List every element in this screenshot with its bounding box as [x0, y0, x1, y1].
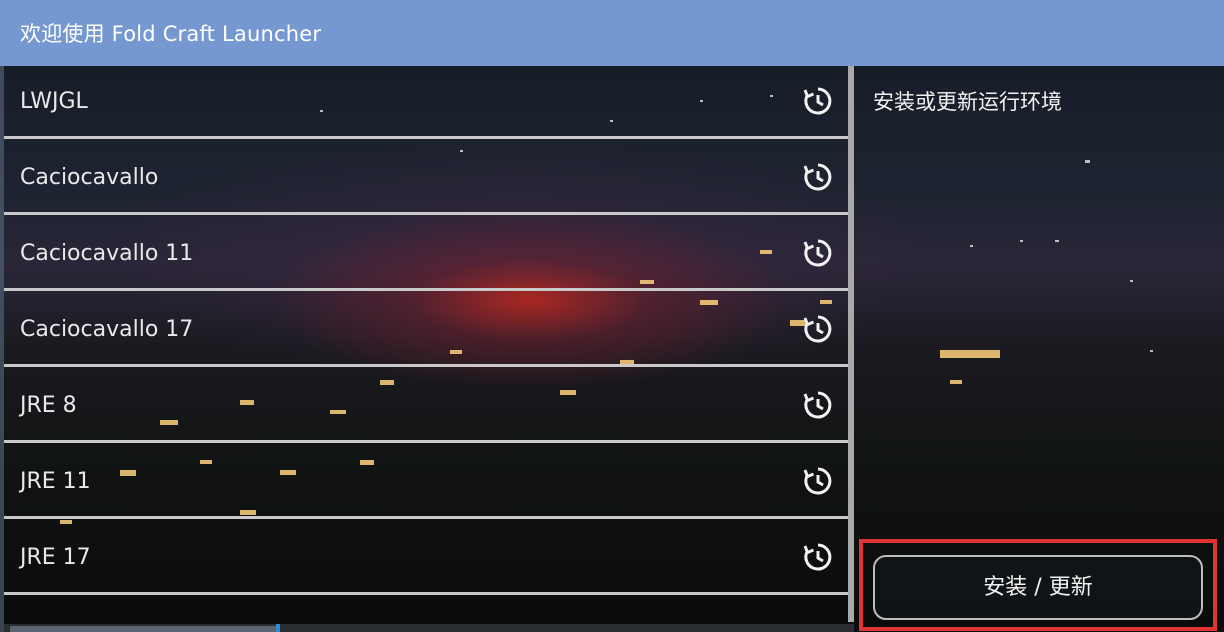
list-vertical-scrollbar[interactable] — [848, 66, 854, 622]
runtime-list[interactable]: LWJGL Caciocavallo Caciocavallo 11 Cacio… — [4, 66, 852, 622]
runtime-label: Caciocavallo 17 — [20, 316, 194, 342]
runtime-item-jre-11[interactable]: JRE 11 — [4, 446, 852, 519]
runtime-description: 安装或更新运行环境 — [873, 90, 1062, 114]
refresh-clock-icon[interactable] — [802, 313, 834, 345]
runtime-item-caciocavallo[interactable]: Caciocavallo — [4, 142, 852, 215]
install-update-button[interactable]: 安装 / 更新 — [873, 555, 1203, 620]
runtime-label: JRE 11 — [20, 468, 91, 494]
runtime-item-jre-8[interactable]: JRE 8 — [4, 370, 852, 443]
refresh-clock-icon[interactable] — [802, 85, 834, 117]
runtime-label: Caciocavallo 11 — [20, 240, 194, 266]
runtime-item-jre-17[interactable]: JRE 17 — [4, 522, 852, 595]
runtime-item-lwjgl[interactable]: LWJGL — [4, 66, 852, 139]
runtime-item-caciocavallo-17[interactable]: Caciocavallo 17 — [4, 294, 852, 367]
app-header: 欢迎使用 Fold Craft Launcher — [0, 0, 1224, 66]
scroll-position-indicator — [276, 624, 280, 632]
runtime-label: Caciocavallo — [20, 164, 159, 190]
refresh-clock-icon[interactable] — [802, 541, 834, 573]
horizontal-scrollbar-thumb[interactable] — [10, 626, 278, 632]
refresh-clock-icon[interactable] — [802, 161, 834, 193]
runtime-label: JRE 8 — [20, 392, 77, 418]
refresh-clock-icon[interactable] — [802, 389, 834, 421]
runtime-item-caciocavallo-11[interactable]: Caciocavallo 11 — [4, 218, 852, 291]
runtime-label: LWJGL — [20, 88, 88, 114]
refresh-clock-icon[interactable] — [802, 237, 834, 269]
app-title: 欢迎使用 Fold Craft Launcher — [20, 22, 322, 46]
refresh-clock-icon[interactable] — [802, 465, 834, 497]
runtime-label: JRE 17 — [20, 544, 91, 570]
